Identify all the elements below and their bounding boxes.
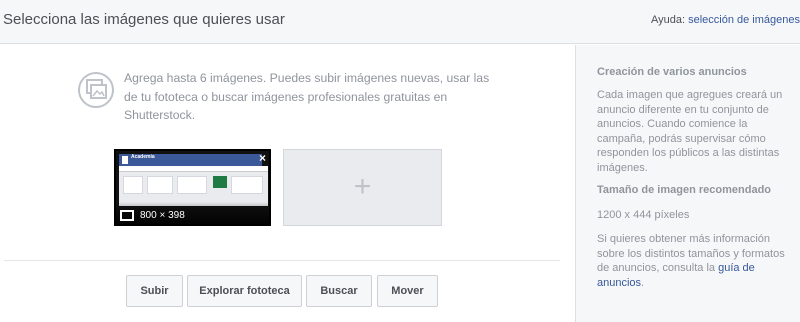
plus-icon: + — [353, 170, 372, 203]
dialog-title: Selecciona las imágenes que quieres usar — [3, 11, 285, 28]
move-button[interactable]: Mover — [377, 275, 438, 307]
help-link[interactable]: selección de imágenes — [688, 14, 800, 26]
thumbnail-overlay — [116, 202, 269, 224]
multi-ads-heading: Creación de varios anuncios — [597, 66, 747, 78]
multi-ads-text: Cada imagen que agregues creará un anunc… — [597, 89, 783, 174]
add-image-slot[interactable]: + — [283, 149, 442, 226]
thumbnail-card — [231, 176, 263, 194]
more-info-text: Si quieres obtener más información sobre… — [597, 232, 792, 290]
thumbnail-banner-text: Academia — [131, 154, 155, 160]
info-sidebar: Creación de varios anuncios Cada imagen … — [575, 45, 800, 322]
image-size-label: 800 × 398 — [140, 210, 185, 221]
thumbnail-card — [177, 176, 207, 194]
divider — [4, 260, 560, 261]
more-info-body: Si quieres obtener más información sobre… — [597, 233, 785, 274]
more-info-period: . — [641, 276, 645, 289]
help-text: Ayuda: selección de imágenes — [651, 14, 800, 26]
remove-image-icon[interactable]: × — [259, 151, 266, 165]
images-icon — [78, 72, 114, 108]
info-text: Agrega hasta 6 imágenes. Puedes subir im… — [124, 71, 490, 122]
image-size-icon — [120, 210, 134, 221]
upload-button[interactable]: Subir — [126, 275, 183, 307]
thumbnail-card — [147, 176, 173, 194]
thumbnail-banner: Academia — [119, 154, 262, 166]
image-thumbnail[interactable]: Academia × 800 × 398 — [114, 149, 271, 226]
thumbnail-screen-bar — [119, 166, 268, 172]
browse-library-button[interactable]: Explorar fototeca — [187, 275, 302, 307]
search-button[interactable]: Buscar — [306, 275, 372, 307]
image-picker-main: Agrega hasta 6 imágenes. Puedes subir im… — [0, 45, 575, 322]
image-size-value: 1200 x 444 píxeles — [597, 209, 690, 221]
dialog-header: Selecciona las imágenes que quieres usar… — [0, 0, 800, 44]
excel-icon — [213, 176, 227, 188]
thumbnail-logo-icon — [122, 156, 128, 164]
thumbnail-screen — [119, 166, 268, 206]
help-prefix: Ayuda: — [650, 14, 689, 26]
thumbnail-card — [123, 176, 143, 194]
image-size-heading: Tamaño de imagen recomendado — [597, 184, 772, 196]
